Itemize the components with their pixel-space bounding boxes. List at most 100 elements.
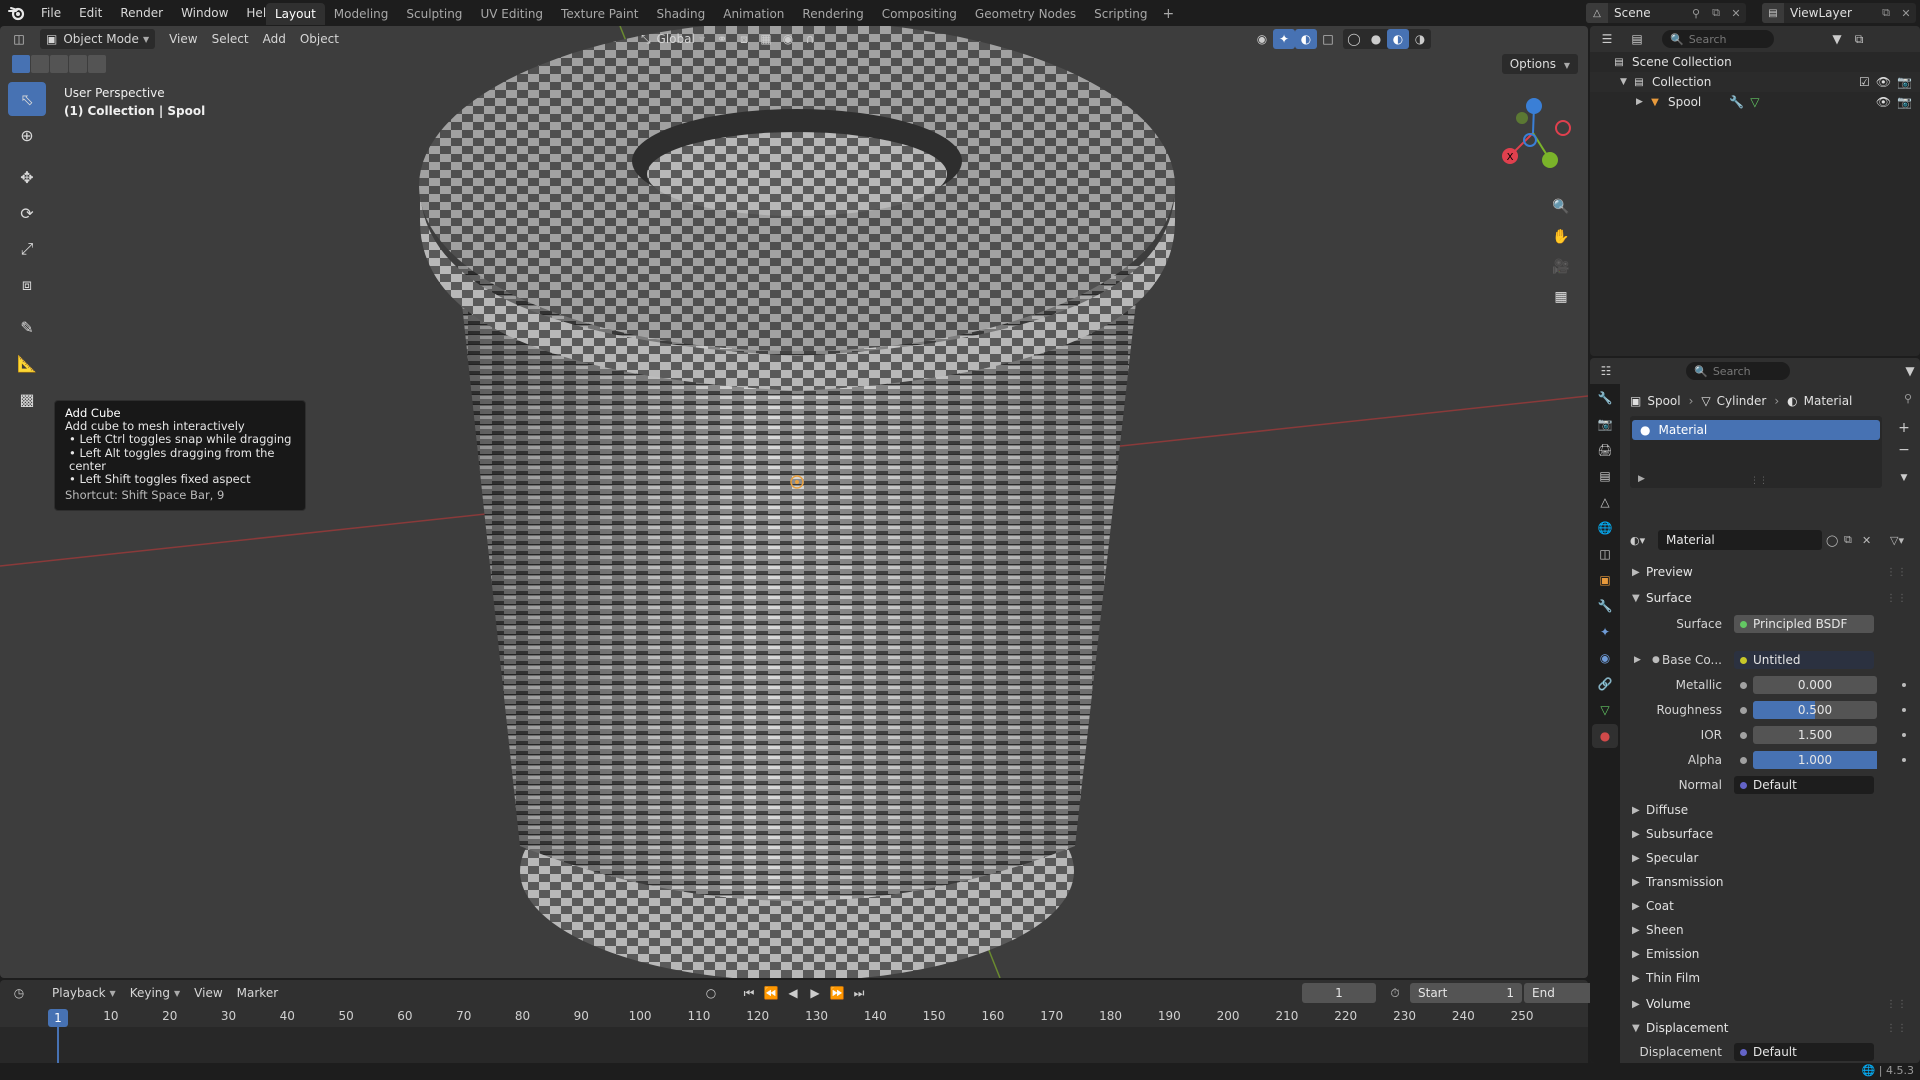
panel-surface-header[interactable]: ▼ Surface ⋮⋮ xyxy=(1622,586,1920,610)
view-layer-name[interactable]: ViewLayer xyxy=(1784,6,1876,20)
start-frame-field[interactable]: Start 1 xyxy=(1410,983,1522,1003)
snap-target-icon[interactable]: ▦ xyxy=(755,29,777,49)
xray-icon[interactable]: □ xyxy=(1317,29,1339,49)
playback-menu[interactable]: Playback ▼ xyxy=(46,983,122,1003)
move-tool-icon[interactable]: ✥ xyxy=(8,160,46,194)
y-axis-handle[interactable] xyxy=(1542,152,1558,168)
tab-geometry-nodes[interactable]: Geometry Nodes xyxy=(966,3,1085,25)
cursor-tool-icon[interactable]: ⊕ xyxy=(8,118,46,152)
tab-modeling[interactable]: Modeling xyxy=(325,3,398,25)
rendered-shading-icon[interactable]: ◑ xyxy=(1409,29,1431,49)
ior-field[interactable]: 1.500 xyxy=(1753,726,1877,744)
3d-viewport[interactable]: ◫ ▣ Object Mode ▼ View Select Add Object… xyxy=(0,26,1588,978)
select-invert-icon[interactable] xyxy=(69,55,87,73)
tab-layout[interactable]: Layout xyxy=(266,3,325,25)
menu-add[interactable]: Add xyxy=(257,29,292,49)
modifier-tab-icon[interactable]: 🔧 xyxy=(1592,594,1618,618)
subpanel-coat[interactable]: ▶ Coat xyxy=(1632,896,1674,916)
scene-tab-icon[interactable]: △ xyxy=(1592,490,1618,514)
camera-view-icon[interactable]: 🎥 xyxy=(1548,254,1574,280)
duplicate-material-icon[interactable]: ⧉ xyxy=(1844,533,1862,547)
keyframe-dot-icon[interactable] xyxy=(1902,683,1906,687)
base-color-link-field[interactable]: Untitled xyxy=(1734,651,1874,669)
close-icon[interactable]: ✕ xyxy=(1726,7,1746,20)
stopwatch-icon[interactable]: ⏱ xyxy=(1384,983,1406,1003)
menu-window[interactable]: Window xyxy=(172,0,237,26)
select-new-icon[interactable] xyxy=(12,55,30,73)
view-layer-tab-icon[interactable]: ▤ xyxy=(1592,464,1618,488)
eye-icon[interactable]: 👁 xyxy=(1876,75,1891,89)
menu-select[interactable]: Select xyxy=(206,29,255,49)
surface-shader-dropdown[interactable]: Principled BSDF xyxy=(1734,615,1874,633)
timeline-keyframe-area[interactable] xyxy=(0,1027,1588,1063)
particles-tab-icon[interactable]: ✦ xyxy=(1592,620,1618,644)
annotate-tool-icon[interactable]: ✎ xyxy=(8,310,46,344)
properties-search-input[interactable]: 🔍 Search xyxy=(1686,362,1790,380)
tab-texture-paint[interactable]: Texture Paint xyxy=(552,3,647,25)
playhead[interactable]: 1 xyxy=(48,1009,68,1027)
frame-ruler[interactable]: 10 20 30 40 50 60 70 80 90 100 110 120 130 140 150 160 1… xyxy=(0,1009,1588,1027)
proportional-edit-icon[interactable]: ◉ xyxy=(777,29,799,49)
render-tab-icon[interactable]: 📷 xyxy=(1592,412,1618,436)
z-axis-handle[interactable] xyxy=(1526,98,1542,114)
scene-selector[interactable]: △ Scene ⚲ ⧉ ✕ xyxy=(1586,3,1746,23)
unlink-material-icon[interactable]: ✕ xyxy=(1862,534,1880,547)
visibility-icon[interactable]: ◉ xyxy=(1251,29,1273,49)
solid-shading-icon[interactable]: ● xyxy=(1365,29,1387,49)
gizmo-toggle-icon[interactable]: ✦ xyxy=(1272,29,1295,49)
outliner-row-scene-collection[interactable]: ▤ Scene Collection xyxy=(1590,52,1920,72)
menu-file[interactable]: File xyxy=(32,0,70,26)
modifier-wrench-icon[interactable]: 🔧 xyxy=(1729,95,1744,109)
browse-material-icon[interactable]: ◐▾ xyxy=(1630,534,1654,547)
options-dropdown[interactable]: Options ▼ xyxy=(1501,54,1578,74)
exclude-checkbox-icon[interactable]: ☑ xyxy=(1859,75,1870,89)
keyframe-dot-icon[interactable] xyxy=(1902,758,1906,762)
material-slot-list[interactable]: ● Material ▶ ⋮⋮ xyxy=(1630,416,1882,488)
outliner-row-spool[interactable]: ▶ ▼ Spool 🔧 ▽ 👁 📷 xyxy=(1590,92,1920,112)
timeline-editor[interactable]: ◷ Playback ▼ Keying ▼ View Marker ○ ⏮ ⏪ ◀ … xyxy=(0,980,1636,1063)
tab-animation[interactable]: Animation xyxy=(714,3,793,25)
metallic-slider[interactable]: 0.000 xyxy=(1753,676,1877,694)
close-icon[interactable]: ✕ xyxy=(1896,7,1916,20)
object-tab-icon[interactable]: ▣ xyxy=(1592,568,1618,592)
next-keyframe-icon[interactable]: ⏩ xyxy=(826,983,848,1003)
subpanel-specular[interactable]: ▶ Specular xyxy=(1632,848,1698,868)
overlays-toggle-icon[interactable]: ◐ xyxy=(1294,29,1317,49)
drag-handle-icon[interactable]: ⋮⋮ xyxy=(1886,593,1908,604)
alpha-slider[interactable]: 1.000 xyxy=(1753,751,1877,769)
tab-scripting[interactable]: Scripting xyxy=(1085,3,1156,25)
tab-compositing[interactable]: Compositing xyxy=(873,3,966,25)
wireframe-shading-icon[interactable]: ◯ xyxy=(1343,29,1365,49)
chevron-right-icon[interactable]: ▶ xyxy=(1634,655,1641,665)
subpanel-sheen[interactable]: ▶ Sheen xyxy=(1632,920,1684,940)
view-layer-selector[interactable]: ▤ ViewLayer ⧉ ✕ xyxy=(1762,3,1916,23)
transform-orientation-dropdown[interactable]: ⤡ Global ▼ xyxy=(635,29,711,49)
subpanel-transmission[interactable]: ▶ Transmission xyxy=(1632,872,1724,892)
falloff-icon[interactable]: ∩ xyxy=(799,29,821,49)
neg-y-axis-handle[interactable] xyxy=(1516,112,1528,124)
mesh-data-icon[interactable]: ▽ xyxy=(1750,95,1759,109)
pan-hand-icon[interactable]: ✋ xyxy=(1548,224,1574,250)
add-workspace-button[interactable]: + xyxy=(1157,3,1181,25)
drag-handle-icon[interactable]: ⋮⋮ xyxy=(1886,1023,1908,1034)
timeline-view-menu[interactable]: View xyxy=(188,983,228,1003)
outliner-row-collection[interactable]: ▼ ▤ Collection ☑ 👁 📷 xyxy=(1590,72,1920,92)
menu-edit[interactable]: Edit xyxy=(70,0,111,26)
display-mode-icon[interactable]: ▤ xyxy=(1626,29,1648,49)
pivot-icon[interactable]: ⚭ xyxy=(711,29,733,49)
snap-icon[interactable]: ⧈ xyxy=(733,29,755,49)
transform-tool-icon[interactable]: ⧈ xyxy=(8,268,46,302)
menu-object[interactable]: Object xyxy=(294,29,345,49)
world-tab-icon[interactable]: 🌐 xyxy=(1592,516,1618,540)
pin-icon[interactable]: ⚲ xyxy=(1686,7,1706,20)
prev-keyframe-icon[interactable]: ⏪ xyxy=(760,983,782,1003)
tab-sculpting[interactable]: Sculpting xyxy=(397,3,471,25)
editor-type-icon[interactable]: ◫ xyxy=(8,29,30,49)
subpanel-diffuse[interactable]: ▶ Diffuse xyxy=(1632,800,1688,820)
measure-tool-icon[interactable]: 📐 xyxy=(8,346,46,380)
camera-icon[interactable]: 📷 xyxy=(1897,95,1912,109)
subpanel-thin-film[interactable]: ▶ Thin Film xyxy=(1632,968,1700,988)
list-expand-icon[interactable]: ▶ xyxy=(1638,474,1645,484)
node-link-icon[interactable]: ▽▾ xyxy=(1890,534,1914,547)
normal-link-field[interactable]: Default xyxy=(1734,776,1874,794)
